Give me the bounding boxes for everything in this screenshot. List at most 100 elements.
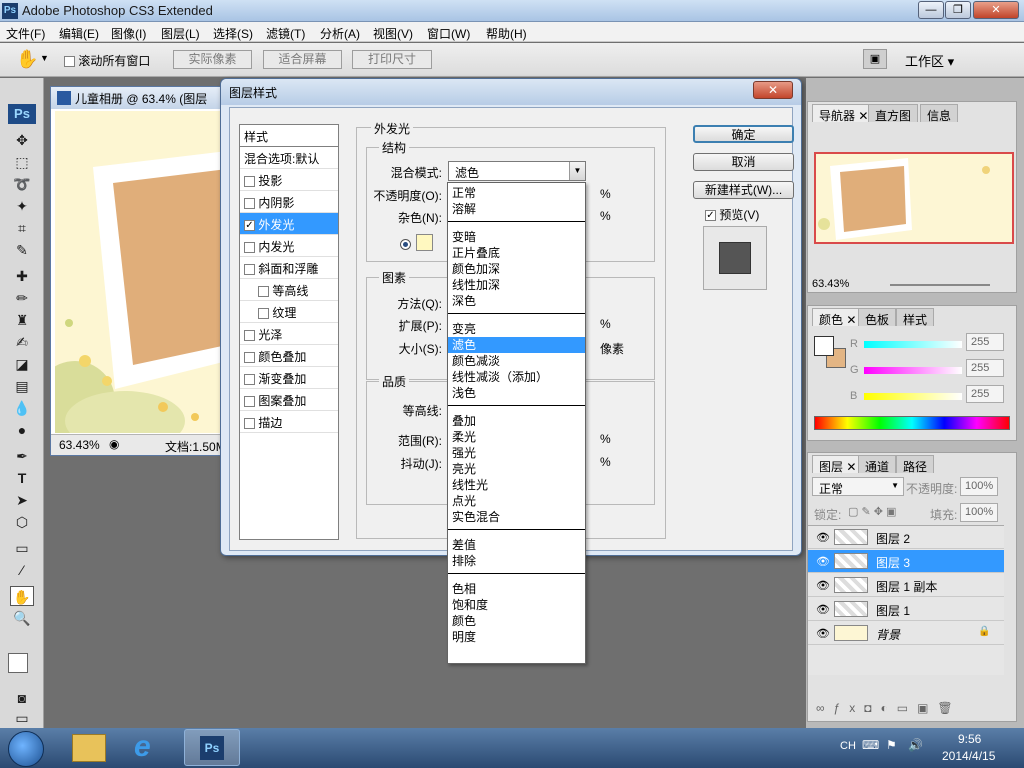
tab-layers[interactable]: 图层 ✕ [812,455,864,474]
flag-icon[interactable]: ⚑ [886,738,897,752]
style-item[interactable]: 纹理 [240,301,338,323]
layer-row[interactable]: 👁 图层 1 [808,598,1004,621]
fg-color-chip[interactable] [814,336,834,356]
blend-option[interactable]: 差值 [448,537,585,553]
blend-option[interactable]: 柔光 [448,429,585,445]
r-slider[interactable] [864,341,962,348]
visibility-eye-icon[interactable]: 👁 [816,603,830,616]
layer-row[interactable]: 👁 图层 3 [808,550,1004,573]
style-checkbox[interactable] [244,352,255,364]
screen-mode-icon[interactable]: ▭ [10,708,34,728]
clone-stamp-icon[interactable]: ♜ [10,310,34,330]
blend-option[interactable]: 浅色 [448,385,585,401]
style-item[interactable]: ✓ 外发光 [240,213,338,235]
ok-button[interactable]: 确定 [693,125,794,143]
workspace-menu[interactable]: 工作区 ▾ [905,51,954,70]
style-item[interactable]: 渐变叠加 [240,367,338,389]
tab-info[interactable]: 信息 [920,104,959,123]
tab-navigator[interactable]: 导航器 ✕ [812,104,876,123]
g-slider[interactable] [864,367,962,374]
magic-wand-icon[interactable]: ✦ [10,196,34,216]
visibility-eye-icon[interactable]: 👁 [816,579,830,592]
brush-tool-icon[interactable]: ✏ [10,288,34,308]
style-checkbox[interactable] [244,242,255,254]
style-checkbox[interactable]: ✓ [244,220,255,232]
blend-option[interactable]: 线性光 [448,477,585,493]
blend-option[interactable]: 线性加深 [448,277,585,293]
style-item[interactable]: 图案叠加 [240,389,338,411]
blend-option[interactable]: 颜色 [448,613,585,629]
close-window-button[interactable]: ✕ [973,1,1019,19]
layer-blend-select[interactable]: 正常 ▼ [812,477,904,496]
color-spectrum-bar[interactable] [814,416,1010,430]
style-item[interactable]: 描边 [240,411,338,433]
keyboard-icon[interactable]: ⌨ [862,738,879,752]
style-checkbox[interactable] [244,374,255,386]
palette-well-icon[interactable]: ▣ [863,49,887,69]
start-button[interactable] [8,731,44,767]
notes-tool-icon[interactable]: ▭ [10,538,34,558]
style-checkbox[interactable] [258,308,269,320]
style-checkbox[interactable] [244,330,255,342]
hand-tool-active-icon[interactable]: ✋ [10,586,34,606]
foreground-color-swatch[interactable] [8,653,28,673]
chevron-down-icon[interactable]: ▼ [40,53,49,63]
blend-option[interactable]: 溶解 [448,201,585,217]
zoom-level[interactable]: 63.43% [59,438,100,452]
style-item[interactable]: 等高线 [240,279,338,301]
dodge-tool-icon[interactable]: ● [10,420,34,440]
style-item[interactable]: 投影 [240,169,338,191]
document-title[interactable]: 儿童相册 @ 63.4% (图层 [51,87,225,109]
new-style-button[interactable]: 新建样式(W)... [693,181,794,199]
navigator-thumbnail[interactable] [814,152,1014,244]
input-lang[interactable]: CH [840,740,856,752]
blend-option[interactable]: 滤色 [448,337,585,353]
style-item[interactable]: 内发光 [240,235,338,257]
hand-tool-icon[interactable]: ✋ [16,49,38,70]
glow-color-swatch[interactable] [416,234,433,251]
b-value[interactable]: 255 [966,385,1004,403]
clock-time[interactable]: 9:56 [958,732,981,746]
quick-mask-icon[interactable]: ◙ [10,688,34,708]
style-checkbox[interactable] [244,396,255,408]
menu-analysis[interactable]: 分析(A) [320,25,360,42]
blend-option[interactable]: 线性减淡（添加） [448,369,585,385]
volume-icon[interactable]: 🔊 [908,738,923,752]
lasso-tool-icon[interactable]: ➰ [10,174,34,194]
pen-tool-icon[interactable]: ✒ [10,446,34,466]
cancel-button[interactable]: 取消 [693,153,794,171]
blend-option[interactable]: 变暗 [448,229,585,245]
layer-row[interactable]: 👁 图层 1 副本 [808,574,1004,597]
menu-file[interactable]: 文件(F) [6,25,45,42]
menu-view[interactable]: 视图(V) [373,25,413,42]
blend-option[interactable]: 变亮 [448,321,585,337]
style-checkbox[interactable] [244,264,255,276]
slice-tool-icon[interactable]: ✎ [10,240,34,260]
style-item[interactable]: 光泽 [240,323,338,345]
file-explorer-icon[interactable] [72,734,106,762]
photoshop-task[interactable]: Ps [184,729,240,766]
solid-color-radio[interactable] [400,239,411,250]
tab-swatches[interactable]: 色板 [858,308,897,327]
lock-icons[interactable]: ▢ ✎ ✥ ▣ [848,505,896,518]
blend-option[interactable]: 排除 [448,553,585,569]
style-checkbox[interactable] [244,198,255,210]
type-tool-icon[interactable]: T [10,468,34,488]
r-value[interactable]: 255 [966,333,1004,351]
eyedropper-icon[interactable]: ⁄ [10,560,34,580]
menu-select[interactable]: 选择(S) [213,25,253,42]
scroll-all-checkbox[interactable]: 滚动所有窗口 [64,52,150,69]
blend-option[interactable]: 明度 [448,629,585,645]
g-value[interactable]: 255 [966,359,1004,377]
menu-layer[interactable]: 图层(L) [161,25,200,42]
chevron-down-icon[interactable]: ▼ [569,162,585,180]
navigator-zoom[interactable]: 63.43% [812,278,849,290]
blend-option[interactable]: 颜色加深 [448,261,585,277]
minimize-button[interactable]: — [918,1,944,19]
blend-option[interactable]: 亮光 [448,461,585,477]
crop-tool-icon[interactable]: ⌗ [10,218,34,238]
style-checkbox[interactable] [244,418,255,430]
style-item[interactable]: 斜面和浮雕 [240,257,338,279]
status-menu-icon[interactable]: ◉ [109,437,119,451]
style-item[interactable]: 混合选项:默认 [240,147,338,169]
